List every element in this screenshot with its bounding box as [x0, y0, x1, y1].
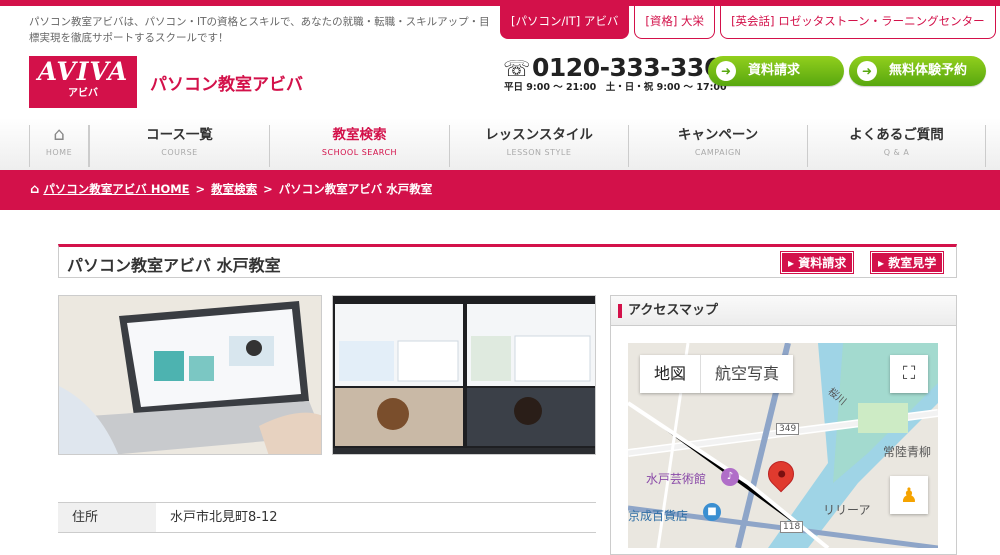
- request-label: 資料請求: [748, 63, 801, 78]
- nav-campaign-en: CAMPAIGN: [694, 148, 742, 157]
- pegman-icon[interactable]: ♟: [890, 476, 928, 514]
- nav-search-jp: 教室検索: [332, 127, 387, 143]
- map-label-road349: 349: [776, 423, 800, 435]
- tab-aviva[interactable]: [パソコン/IT] アビバ: [500, 6, 630, 39]
- nav-course-en: COURSE: [161, 148, 198, 157]
- info-row-address: 住所 水戸市北見町8-12: [58, 503, 596, 533]
- nav-home[interactable]: ⌂ HOME: [29, 125, 89, 167]
- nav-faq-en: Q & A: [883, 148, 910, 157]
- site-tagline: パソコン教室アビバは、パソコン・ITの資格とスキルで、あなたの就職・転職・スキル…: [29, 16, 490, 44]
- classroom-photo-laptop: [58, 295, 322, 455]
- breadcrumb: ⌂ パソコン教室アビバ HOME > 教室検索 > パソコン教室アビバ 水戸教室: [0, 170, 1000, 210]
- breadcrumb-separator: >: [263, 182, 273, 196]
- nav-search-en: SCHOOL SEARCH: [321, 148, 398, 157]
- map-tab-map[interactable]: 地図: [640, 355, 700, 393]
- breadcrumb-search-link[interactable]: 教室検索: [211, 182, 257, 196]
- title-visit-button[interactable]: ▸ 教室見学: [869, 251, 945, 274]
- nav-school-search[interactable]: 教室検索 SCHOOL SEARCH: [269, 125, 449, 167]
- shopping-bag-icon[interactable]: ■: [703, 503, 721, 521]
- music-venue-icon[interactable]: ♪: [721, 468, 739, 486]
- nav-home-label: HOME: [45, 148, 73, 157]
- request-materials-button[interactable]: ➜ 資料請求: [708, 56, 844, 86]
- title-request-label: 資料請求: [798, 256, 847, 270]
- school-title-bar: パソコン教室アビバ 水戸教室 ▸ 資料請求 ▸ 教室見学: [58, 244, 957, 278]
- aviva-logo[interactable]: AVIVA アビバ: [29, 56, 137, 108]
- map-label-road118: 118: [780, 521, 804, 533]
- info-key: 住所: [58, 503, 156, 532]
- brand-tabs: [パソコン/IT] アビバ [資格] 大栄 [英会話] ロゼッタストーン・ラーニ…: [500, 6, 996, 39]
- google-map[interactable]: 地図 航空写真 ⛶ ♪ ■ 水戸芸術館 京成百貨店 常陸青柳 リリーア 桜川 3…: [628, 343, 938, 548]
- phone-text: 0120-333-336: [532, 53, 721, 82]
- access-map-panel: アクセスマップ 地図 航空写真 ⛶ ♪ ■ 水戸芸術館 京成百貨店 常陸青柳 リ…: [610, 295, 957, 555]
- page-title: パソコン教室アビバ 水戸教室: [67, 256, 281, 275]
- logo-subtext: アビバ: [68, 88, 98, 99]
- map-label-keisei: 京成百貨店: [628, 509, 689, 523]
- nav-lesson-style[interactable]: レッスンスタイル LESSON STYLE: [449, 125, 628, 167]
- access-map-heading: アクセスマップ: [611, 296, 956, 326]
- home-icon: ⌂: [53, 124, 65, 145]
- map-label-hitachi: 常陸青柳: [883, 445, 932, 459]
- business-hours: 平日 9:00 〜 21:00 土・日・祝 9:00 〜 17:00: [504, 82, 727, 93]
- map-label-geijutsukan: 水戸芸術館: [646, 472, 707, 486]
- nav-faq[interactable]: よくあるご質問 Q & A: [807, 125, 986, 167]
- nav-campaign[interactable]: キャンペーン CAMPAIGN: [628, 125, 807, 167]
- breadcrumb-separator: >: [195, 182, 206, 196]
- nav-course-jp: コース一覧: [146, 127, 213, 143]
- logo-text: AVIVA: [37, 57, 129, 86]
- map-tab-satellite[interactable]: 航空写真: [700, 355, 793, 393]
- nav-faq-jp: よくあるご質問: [849, 127, 944, 143]
- title-visit-label: 教室見学: [888, 256, 937, 270]
- online-lesson-screenshot: [332, 295, 596, 455]
- arrow-right-icon: ➜: [716, 61, 736, 81]
- school-info-table: 住所 水戸市北見町8-12: [58, 502, 596, 533]
- title-request-button[interactable]: ▸ 資料請求: [779, 251, 855, 274]
- nav-course[interactable]: コース一覧 COURSE: [89, 125, 269, 167]
- home-icon: ⌂: [30, 182, 40, 197]
- info-value: 水戸市北見町8-12: [170, 510, 278, 525]
- tab-daiei[interactable]: [資格] 大栄: [634, 6, 716, 39]
- arrow-right-icon: ➜: [857, 61, 877, 81]
- breadcrumb-current: パソコン教室アビバ 水戸教室: [278, 182, 433, 196]
- free-trial-button[interactable]: ➜ 無料体験予約: [849, 56, 986, 86]
- phone-number[interactable]: ☏0120-333-336: [503, 53, 721, 82]
- breadcrumb-home-link[interactable]: パソコン教室アビバ HOME: [43, 182, 189, 196]
- global-nav: ⌂ HOME コース一覧 COURSE 教室検索 SCHOOL SEARCH レ…: [0, 118, 1000, 170]
- map-type-toggle: 地図 航空写真: [640, 355, 794, 393]
- nav-lesson-en: LESSON STYLE: [506, 148, 572, 157]
- laptop-illustration: [59, 296, 321, 454]
- nav-lesson-jp: レッスンスタイル: [485, 127, 593, 143]
- trial-label: 無料体験予約: [889, 63, 968, 78]
- nav-campaign-jp: キャンペーン: [677, 127, 759, 143]
- fullscreen-icon[interactable]: ⛶: [890, 355, 928, 393]
- brand-name[interactable]: パソコン教室アビバ: [150, 70, 303, 95]
- video-call-illustration: [333, 296, 595, 454]
- map-label-lily: リリーア: [823, 503, 871, 517]
- tab-rosetta[interactable]: [英会話] ロゼッタストーン・ラーニングセンター: [720, 6, 996, 39]
